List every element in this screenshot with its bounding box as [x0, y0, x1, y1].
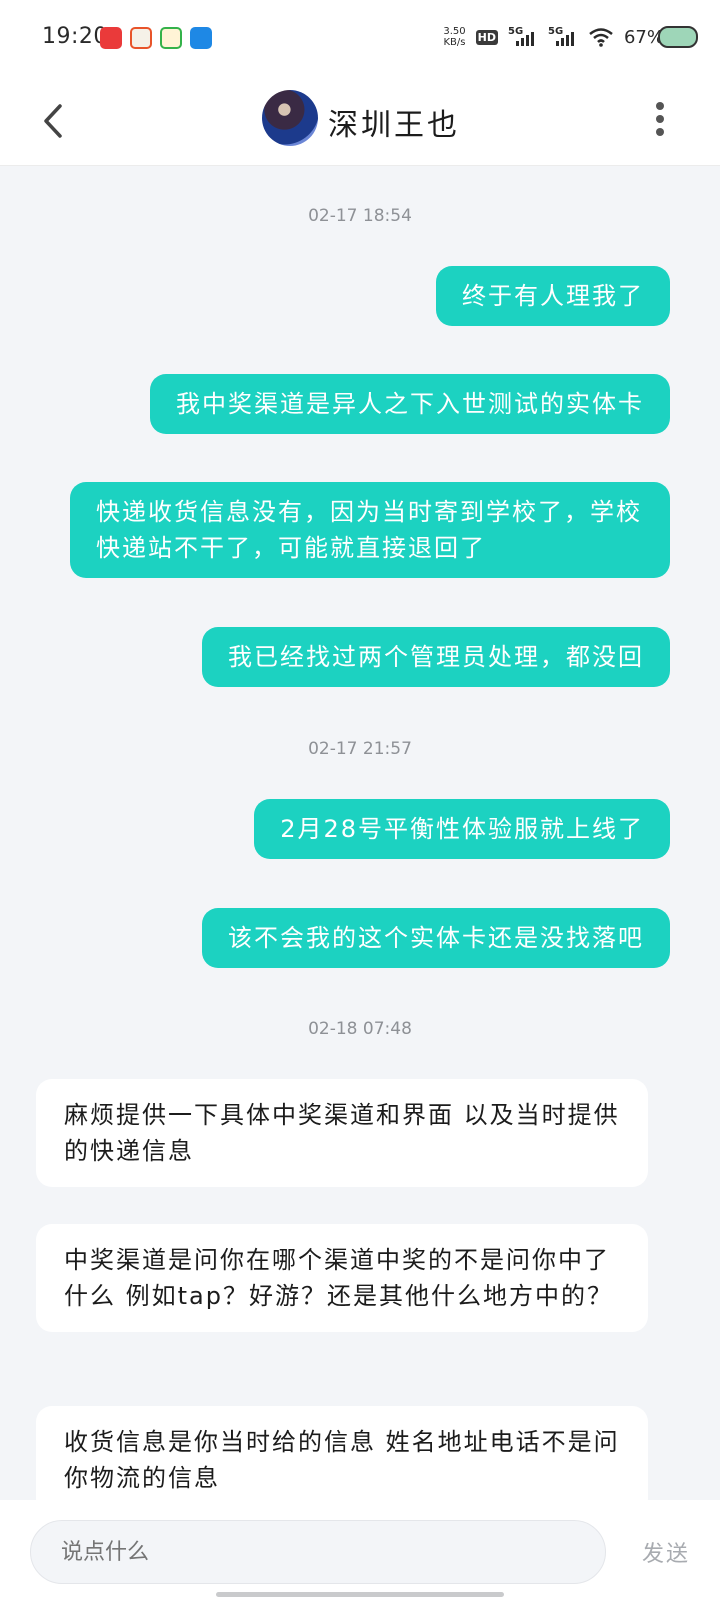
hd-icon: HD — [475, 29, 498, 45]
more-dot-icon — [656, 102, 664, 110]
status-indicators: 3.50 KB/s HD 5G 5G 67% — [443, 22, 664, 52]
outgoing-message[interactable]: 该不会我的这个实体卡还是没找落吧 — [202, 908, 670, 968]
app-notification-icon — [130, 27, 152, 49]
more-options-button[interactable] — [654, 102, 666, 136]
composer-bar: 发送 — [0, 1500, 720, 1600]
app-notification-icon — [100, 27, 122, 49]
incoming-message[interactable]: 中奖渠道是问你在哪个渠道中奖的不是问你中了什么 例如tap？好游？还是其他什么地… — [36, 1224, 648, 1332]
send-button[interactable]: 发送 — [642, 1536, 690, 1568]
message-timestamp: 02-17 21:57 — [308, 739, 412, 759]
outgoing-message[interactable]: 2月28号平衡性体验服就上线了 — [254, 799, 670, 859]
battery-icon — [658, 26, 698, 48]
outgoing-message[interactable]: 终于有人理我了 — [436, 266, 670, 326]
page-title: 深圳王也 — [328, 108, 460, 143]
message-timestamp: 02-18 07:48 — [308, 1019, 412, 1039]
more-dot-icon — [656, 115, 664, 123]
chevron-left-icon — [44, 104, 62, 138]
message-list[interactable]: 02-17 18:54 终于有人理我了 我中奖渠道是异人之下入世测试的实体卡 快… — [0, 166, 720, 1500]
incoming-message[interactable]: 收货信息是你当时给的信息 姓名地址电话不是问你物流的信息 — [36, 1406, 648, 1500]
avatar[interactable] — [262, 90, 318, 146]
outgoing-message[interactable]: 快递收货信息没有，因为当时寄到学校了，学校快递站不干了，可能就直接退回了 — [70, 482, 670, 578]
network-speed-value: 3.50 — [443, 26, 466, 37]
status-bar: 19:20 3.50 KB/s HD 5G 5G 67% — [0, 0, 720, 76]
outgoing-message[interactable]: 我已经找过两个管理员处理，都没回 — [202, 627, 670, 687]
home-indicator[interactable] — [216, 1592, 504, 1597]
signal-icon: 5G — [508, 26, 538, 48]
message-timestamp: 02-17 18:54 — [308, 206, 412, 226]
more-dot-icon — [656, 128, 664, 136]
network-speed: 3.50 KB/s — [443, 26, 465, 48]
app-notification-icon — [190, 27, 212, 49]
status-time: 19:20 — [42, 24, 108, 49]
message-input[interactable] — [30, 1520, 606, 1584]
outgoing-message[interactable]: 我中奖渠道是异人之下入世测试的实体卡 — [150, 374, 670, 434]
app-notification-icon — [160, 27, 182, 49]
chat-header: 深圳王也 — [0, 76, 720, 166]
wifi-icon — [589, 28, 613, 47]
signal-icon: 5G — [548, 26, 578, 48]
back-button[interactable] — [36, 100, 76, 142]
network-speed-unit: KB/s — [443, 37, 466, 48]
incoming-message[interactable]: 麻烦提供一下具体中奖渠道和界面 以及当时提供的快递信息 — [36, 1079, 648, 1187]
